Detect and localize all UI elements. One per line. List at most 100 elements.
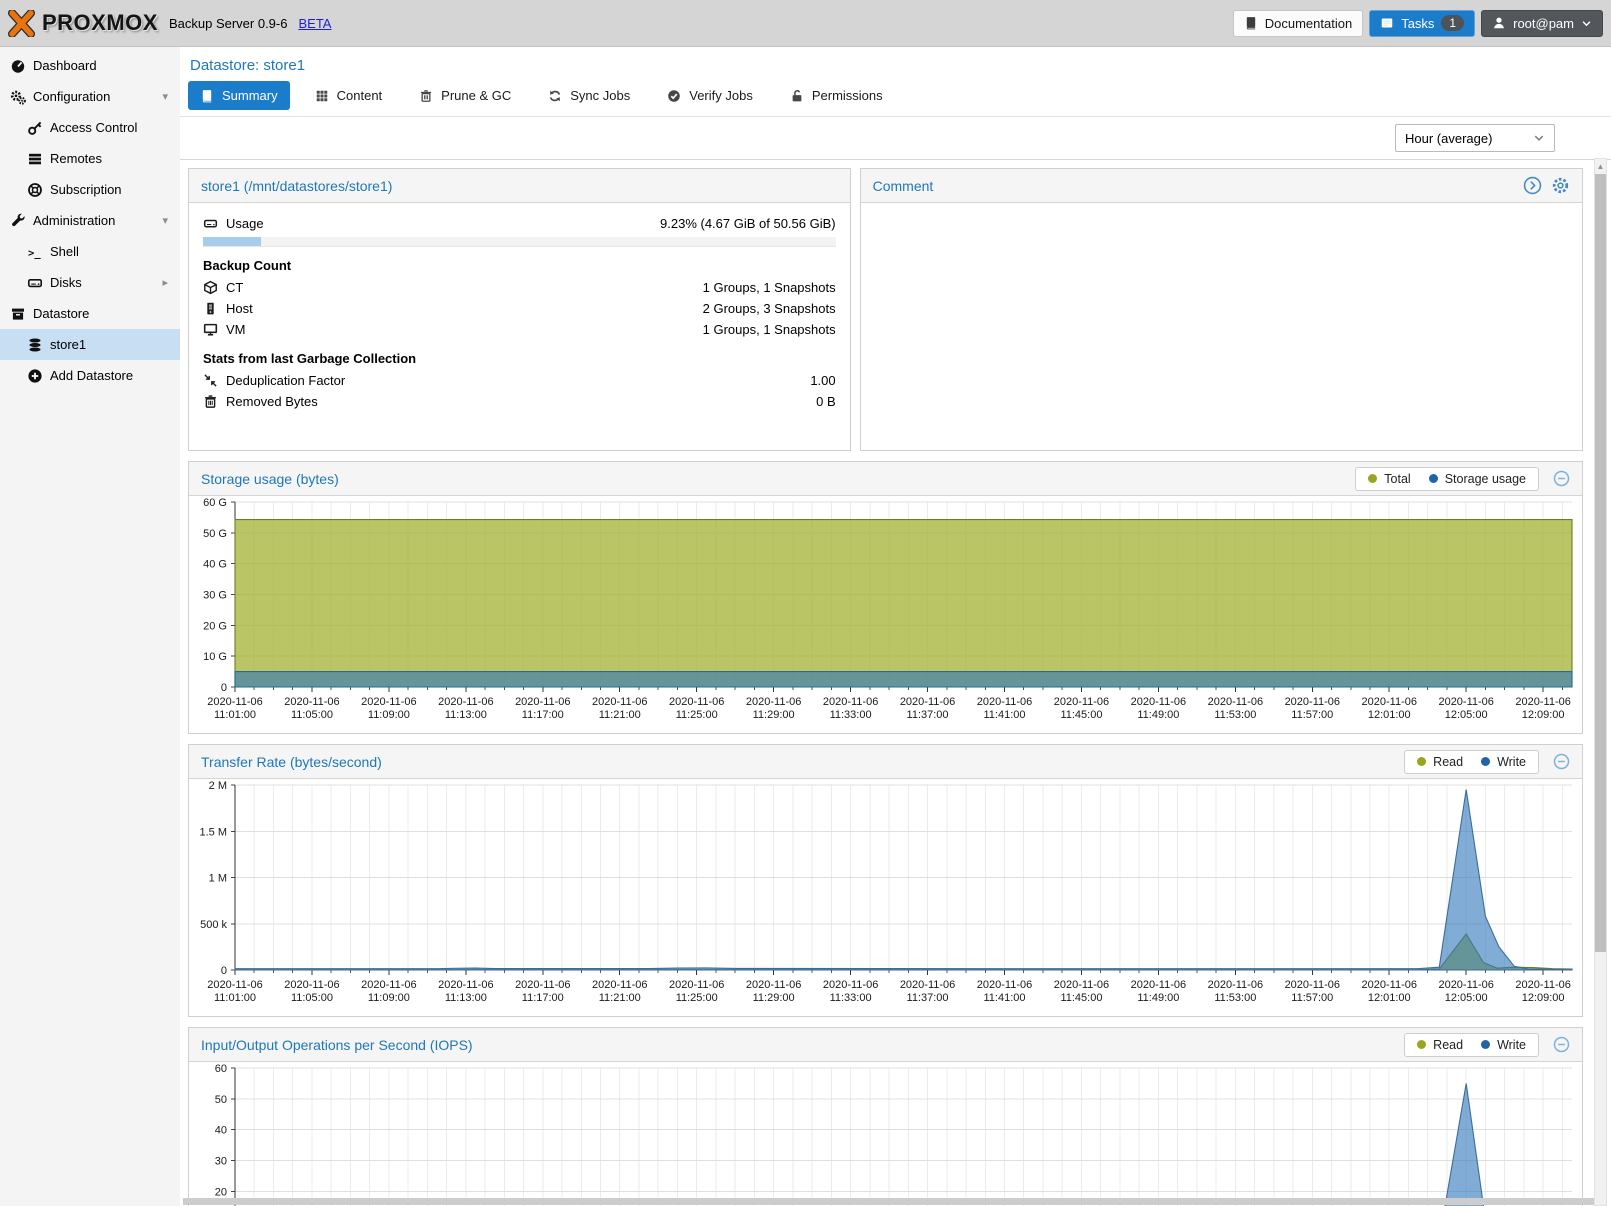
user-icon <box>1492 16 1506 30</box>
svg-text:2020-11-06: 2020-11-06 <box>361 979 416 991</box>
svg-text:11:57:00: 11:57:00 <box>1291 992 1333 1004</box>
store-panel-title: store1 (/mnt/datastores/store1) <box>201 178 838 194</box>
usage-value: 9.23% (4.67 GiB of 50.56 GiB) <box>660 216 836 231</box>
transfer-rate-panel: Transfer Rate (bytes/second) Read Write … <box>188 744 1583 1017</box>
expander-arrow[interactable]: ▾ <box>162 90 168 103</box>
tab[interactable]: Content <box>303 81 395 110</box>
legend-item[interactable]: Write <box>1481 1038 1526 1052</box>
svg-text:12:05:00: 12:05:00 <box>1445 992 1488 1004</box>
dashboard-icon <box>10 58 26 74</box>
chart-toolbar: Hour (average) <box>180 117 1611 160</box>
legend-dot <box>1481 757 1490 766</box>
legend-item[interactable]: Read <box>1417 755 1463 769</box>
comment-panel: Comment <box>860 168 1583 451</box>
sidebar-item[interactable]: store1 <box>0 329 180 360</box>
legend-dot <box>1417 757 1426 766</box>
sidebar-item[interactable]: Disks ▸ <box>0 267 180 298</box>
chevron-down-icon <box>1533 132 1545 144</box>
page-title: Datastore: store1 <box>180 47 1611 81</box>
svg-text:1 M: 1 M <box>209 873 227 885</box>
svg-text:2020-11-06: 2020-11-06 <box>900 979 955 991</box>
minus-circle-icon[interactable] <box>1553 470 1570 487</box>
gear-outline-icon[interactable] <box>1551 176 1570 195</box>
transfer-chart-legend: Read Write <box>1404 750 1539 774</box>
expander-arrow[interactable]: ▸ <box>162 276 168 289</box>
user-menu-button[interactable]: root@pam <box>1481 10 1603 37</box>
tab[interactable]: Sync Jobs <box>536 81 642 110</box>
scroll-up-arrow[interactable]: ▲ <box>1595 159 1606 173</box>
svg-text:2020-11-06: 2020-11-06 <box>1054 979 1109 991</box>
sidebar-item[interactable]: Subscription <box>0 174 180 205</box>
sidebar-item[interactable]: Access Control <box>0 112 180 143</box>
building-icon <box>203 301 218 316</box>
scrollbar-thumb[interactable] <box>1595 174 1606 952</box>
svg-text:40 G: 40 G <box>203 559 227 571</box>
svg-text:11:41:00: 11:41:00 <box>983 992 1025 1004</box>
svg-text:2020-11-06: 2020-11-06 <box>438 979 493 991</box>
tab[interactable]: Prune & GC <box>407 81 523 110</box>
sidebar-item[interactable]: Configuration ▾ <box>0 81 180 112</box>
svg-text:0: 0 <box>221 965 227 977</box>
svg-text:11:21:00: 11:21:00 <box>599 709 641 721</box>
svg-text:2020-11-06: 2020-11-06 <box>977 696 1032 708</box>
svg-text:2020-11-06: 2020-11-06 <box>284 979 339 991</box>
range-select[interactable]: Hour (average) <box>1395 124 1555 152</box>
comment-body[interactable] <box>861 203 1582 223</box>
documentation-button[interactable]: Documentation <box>1233 10 1363 37</box>
svg-text:2020-11-06: 2020-11-06 <box>1438 979 1493 991</box>
backup-count-rows: CT 1 Groups, 1 Snapshots Host 2 Groups, … <box>203 277 836 340</box>
svg-text:2020-11-06: 2020-11-06 <box>1131 696 1186 708</box>
storage-usage-chart: 010 G20 G30 G40 G50 G60 G2020-11-0611:01… <box>189 496 1582 733</box>
brand-name: PROXMOX <box>42 10 158 36</box>
tab[interactable]: Verify Jobs <box>655 81 765 110</box>
sidebar-item[interactable]: Dashboard <box>0 50 180 81</box>
gc-row: Deduplication Factor 1.00 <box>203 370 836 391</box>
iops-chart-title: Input/Output Operations per Second (IOPS… <box>201 1037 1404 1053</box>
tab-bar: Summary Content Prune & GC Sync Jobs Ver… <box>180 81 1611 117</box>
expander-arrow[interactable]: ▾ <box>162 214 168 227</box>
legend-item[interactable]: Read <box>1417 1038 1463 1052</box>
svg-text:2020-11-06: 2020-11-06 <box>1362 979 1417 991</box>
brand: PROXMOX Backup Server 0.9-6 BETA <box>8 10 331 37</box>
beta-link[interactable]: BETA <box>298 16 331 31</box>
svg-text:60 G: 60 G <box>203 497 227 509</box>
storage-chart-title: Storage usage (bytes) <box>201 471 1355 487</box>
sidebar-item[interactable]: Add Datastore <box>0 360 180 391</box>
trash-icon <box>419 89 433 103</box>
svg-text:2020-11-06: 2020-11-06 <box>592 979 647 991</box>
sidebar-item[interactable]: Remotes <box>0 143 180 174</box>
svg-text:11:45:00: 11:45:00 <box>1060 992 1102 1004</box>
legend-dot <box>1417 1040 1426 1049</box>
svg-text:11:09:00: 11:09:00 <box>368 709 410 721</box>
legend-item[interactable]: Write <box>1481 755 1526 769</box>
svg-text:11:13:00: 11:13:00 <box>445 992 487 1004</box>
comment-panel-title: Comment <box>873 178 1523 194</box>
svg-text:11:13:00: 11:13:00 <box>445 709 487 721</box>
tasks-button[interactable]: Tasks 1 <box>1369 10 1475 37</box>
minus-circle-icon[interactable] <box>1553 1036 1570 1053</box>
minus-circle-icon[interactable] <box>1553 753 1570 770</box>
svg-text:2020-11-06: 2020-11-06 <box>207 979 262 991</box>
cube-icon <box>203 280 218 295</box>
circle-arrow-right-icon[interactable] <box>1523 176 1542 195</box>
svg-text:2020-11-06: 2020-11-06 <box>669 979 724 991</box>
svg-text:10 G: 10 G <box>203 651 227 663</box>
svg-text:20 G: 20 G <box>203 620 227 632</box>
tab[interactable]: Summary <box>188 81 290 110</box>
svg-text:11:33:00: 11:33:00 <box>830 992 872 1004</box>
sidebar-item[interactable]: Administration ▾ <box>0 205 180 236</box>
horizontal-scrollbar[interactable] <box>183 1198 1594 1205</box>
book-icon <box>1244 16 1258 30</box>
tab[interactable]: Permissions <box>778 81 895 110</box>
legend-item[interactable]: Storage usage <box>1429 472 1526 486</box>
sidebar-item[interactable]: Datastore <box>0 298 180 329</box>
main-content: Datastore: store1 Summary Content Prune … <box>180 47 1611 1206</box>
svg-text:2020-11-06: 2020-11-06 <box>1208 696 1263 708</box>
list-icon <box>27 151 43 167</box>
legend-item[interactable]: Total <box>1368 472 1410 486</box>
svg-text:11:09:00: 11:09:00 <box>368 992 410 1004</box>
sidebar-item[interactable]: >_ Shell <box>0 236 180 267</box>
svg-text:12:09:00: 12:09:00 <box>1522 992 1565 1004</box>
svg-text:2020-11-06: 2020-11-06 <box>1208 979 1263 991</box>
vertical-scrollbar[interactable]: ▲ <box>1594 158 1607 1206</box>
